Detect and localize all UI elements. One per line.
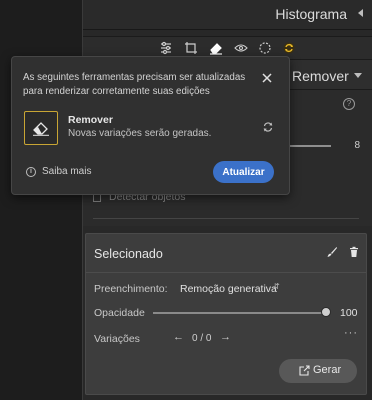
- redeye-icon[interactable]: [233, 40, 249, 56]
- divider: [93, 218, 359, 219]
- update-tools-popup: As seguintes ferramentas precisam ser at…: [11, 56, 290, 195]
- more-options-icon[interactable]: ···: [344, 327, 358, 339]
- histogram-title: Histograma: [275, 6, 347, 22]
- selected-title: Selecionado: [94, 247, 163, 261]
- previous-variation-icon[interactable]: ←: [173, 331, 184, 343]
- popup-message: As seguintes ferramentas precisam ser at…: [23, 72, 246, 97]
- selected-panel: Selecionado Preenchimento: Remoção gener…: [85, 233, 367, 395]
- info-icon: i: [26, 167, 36, 177]
- sliders-icon[interactable]: [158, 40, 174, 56]
- chevron-down-icon[interactable]: [354, 73, 362, 78]
- tool-description: Novas variações serão geradas.: [68, 128, 212, 139]
- opacity-slider[interactable]: [153, 312, 325, 314]
- detect-objects-checkbox[interactable]: [93, 194, 101, 202]
- tool-name: Remover: [68, 114, 113, 126]
- opacity-value[interactable]: 100: [340, 307, 358, 319]
- fill-label: Preenchimento:: [94, 283, 168, 295]
- histogram-header[interactable]: Histograma: [83, 0, 372, 30]
- help-icon[interactable]: ?: [343, 98, 355, 110]
- collapse-arrow-icon[interactable]: [358, 9, 363, 17]
- brush-icon[interactable]: [326, 246, 338, 258]
- next-variation-icon[interactable]: →: [220, 331, 231, 343]
- variations-count: 0 / 0: [192, 333, 212, 344]
- masking-icon[interactable]: [257, 40, 273, 56]
- crop-icon[interactable]: [183, 40, 199, 56]
- generate-label: Gerar: [313, 364, 342, 376]
- opacity-slider-thumb[interactable]: [321, 307, 331, 317]
- opacity-label: Opacidade: [94, 307, 145, 319]
- fill-mode-dropdown[interactable]: Remoção generativa: [180, 283, 277, 295]
- learn-more-link[interactable]: Saiba mais: [42, 166, 91, 177]
- update-badge-icon[interactable]: [281, 40, 297, 56]
- variations-label: Variações: [94, 333, 140, 345]
- remover-title: Remover: [292, 68, 349, 84]
- remover-tool-thumbnail: [24, 111, 58, 145]
- eraser-icon: [33, 122, 49, 136]
- size-value[interactable]: 8: [354, 140, 360, 151]
- trash-icon[interactable]: [348, 246, 360, 258]
- divider: [86, 272, 366, 273]
- close-icon[interactable]: [261, 72, 273, 84]
- eraser-icon[interactable]: [208, 40, 224, 56]
- dropdown-caret-icon[interactable]: ⇵: [273, 282, 280, 291]
- generate-button[interactable]: Gerar: [279, 359, 357, 383]
- sync-icon: [262, 121, 274, 133]
- update-button[interactable]: Atualizar: [213, 161, 274, 183]
- generate-icon: [299, 365, 310, 376]
